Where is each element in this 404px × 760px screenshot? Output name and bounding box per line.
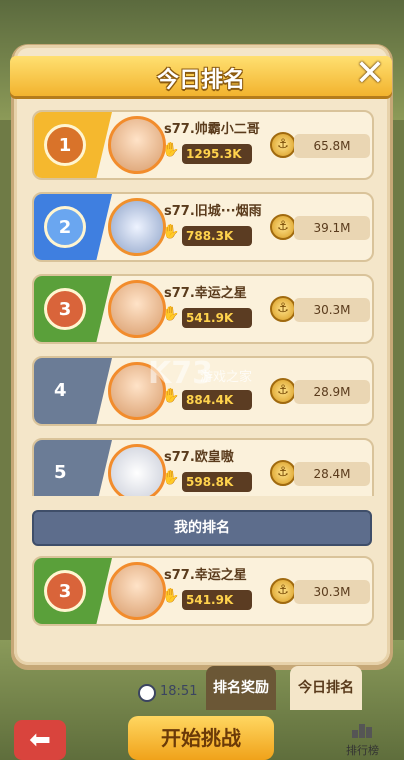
score-value: 65.8M: [294, 134, 370, 158]
list-item[interactable]: 1 s77.帅霸小二哥 ✋ 1295.3K ⚓ 65.8M: [32, 110, 374, 180]
power-value: 598.8K: [182, 472, 252, 492]
back-button[interactable]: ⬅: [14, 720, 66, 760]
score-coin-icon: ⚓: [270, 296, 296, 322]
my-rank-header: 我的排名: [32, 510, 372, 546]
watermark-text: 游戏之家: [200, 370, 253, 385]
power-icon: ✋: [162, 224, 180, 240]
score-value: 30.3M: [294, 298, 370, 322]
power-value: 541.9K: [182, 308, 252, 328]
player-name: s77.旧城···烟雨: [164, 204, 262, 219]
leaderboard-label[interactable]: 排行榜: [346, 742, 379, 758]
ranking-list[interactable]: 1 s77.帅霸小二哥 ✋ 1295.3K ⚓ 65.8M 2 s77.旧城··…: [24, 100, 380, 496]
power-value: 541.9K: [182, 590, 252, 610]
list-item[interactable]: 2 s77.旧城···烟雨 ✋ 788.3K ⚓ 39.1M: [32, 192, 374, 262]
avatar: [108, 280, 166, 338]
rank-2-medal-icon: 2: [44, 206, 86, 248]
score-coin-icon: ⚓: [270, 378, 296, 404]
dialog-title: 今日排名: [156, 68, 245, 93]
power-icon: ✋: [162, 306, 180, 322]
player-name: s77.欧皇嗷: [164, 450, 234, 465]
score-coin-icon: ⚓: [270, 460, 296, 486]
player-name: s77.幸运之星: [164, 286, 247, 301]
rank-number: 4: [54, 380, 67, 401]
tab-today-ranking[interactable]: 今日排名: [290, 666, 362, 710]
power-value: 884.4K: [182, 390, 252, 410]
player-name: s77.帅霸小二哥: [164, 122, 260, 137]
power-icon: ✋: [162, 470, 180, 486]
rank-1-medal-icon: 1: [44, 124, 86, 166]
leaderboard-icon[interactable]: [352, 722, 372, 738]
score-coin-icon: ⚓: [270, 132, 296, 158]
rank-3-medal-icon: 3: [44, 288, 86, 330]
power-icon: ✋: [162, 142, 180, 158]
rank-3-medal-icon: 3: [44, 570, 86, 612]
score-coin-icon: ⚓: [270, 214, 296, 240]
tab-ranking-rewards[interactable]: 排名奖励: [206, 666, 276, 710]
score-value: 39.1M: [294, 216, 370, 240]
power-icon: ✋: [162, 588, 180, 604]
dialog-header: 今日排名: [10, 56, 392, 96]
power-value: 1295.3K: [182, 144, 252, 164]
list-item[interactable]: 3 s77.幸运之星 ✋ 541.9K ⚓ 30.3M: [32, 274, 374, 344]
power-value: 788.3K: [182, 226, 252, 246]
clock-icon: [138, 684, 156, 702]
avatar: [108, 444, 166, 496]
rank-background: [34, 358, 112, 424]
player-name: s77.幸运之星: [164, 568, 247, 583]
avatar: [108, 562, 166, 620]
list-item[interactable]: 5 s77.欧皇嗷 ✋ 598.8K ⚓ 28.4M: [32, 438, 374, 496]
my-rank-row[interactable]: 3 s77.幸运之星 ✋ 541.9K ⚓ 30.3M: [32, 556, 374, 626]
start-challenge-button[interactable]: 开始挑战: [128, 716, 274, 760]
rank-number: 5: [54, 462, 67, 483]
score-coin-icon: ⚓: [270, 578, 296, 604]
score-value: 28.4M: [294, 462, 370, 486]
countdown-timer: 18:51: [160, 684, 198, 699]
score-value: 28.9M: [294, 380, 370, 404]
score-value: 30.3M: [294, 580, 370, 604]
avatar: [108, 198, 166, 256]
close-icon[interactable]: ✕: [350, 56, 390, 96]
rank-background: [34, 440, 112, 496]
avatar: [108, 116, 166, 174]
